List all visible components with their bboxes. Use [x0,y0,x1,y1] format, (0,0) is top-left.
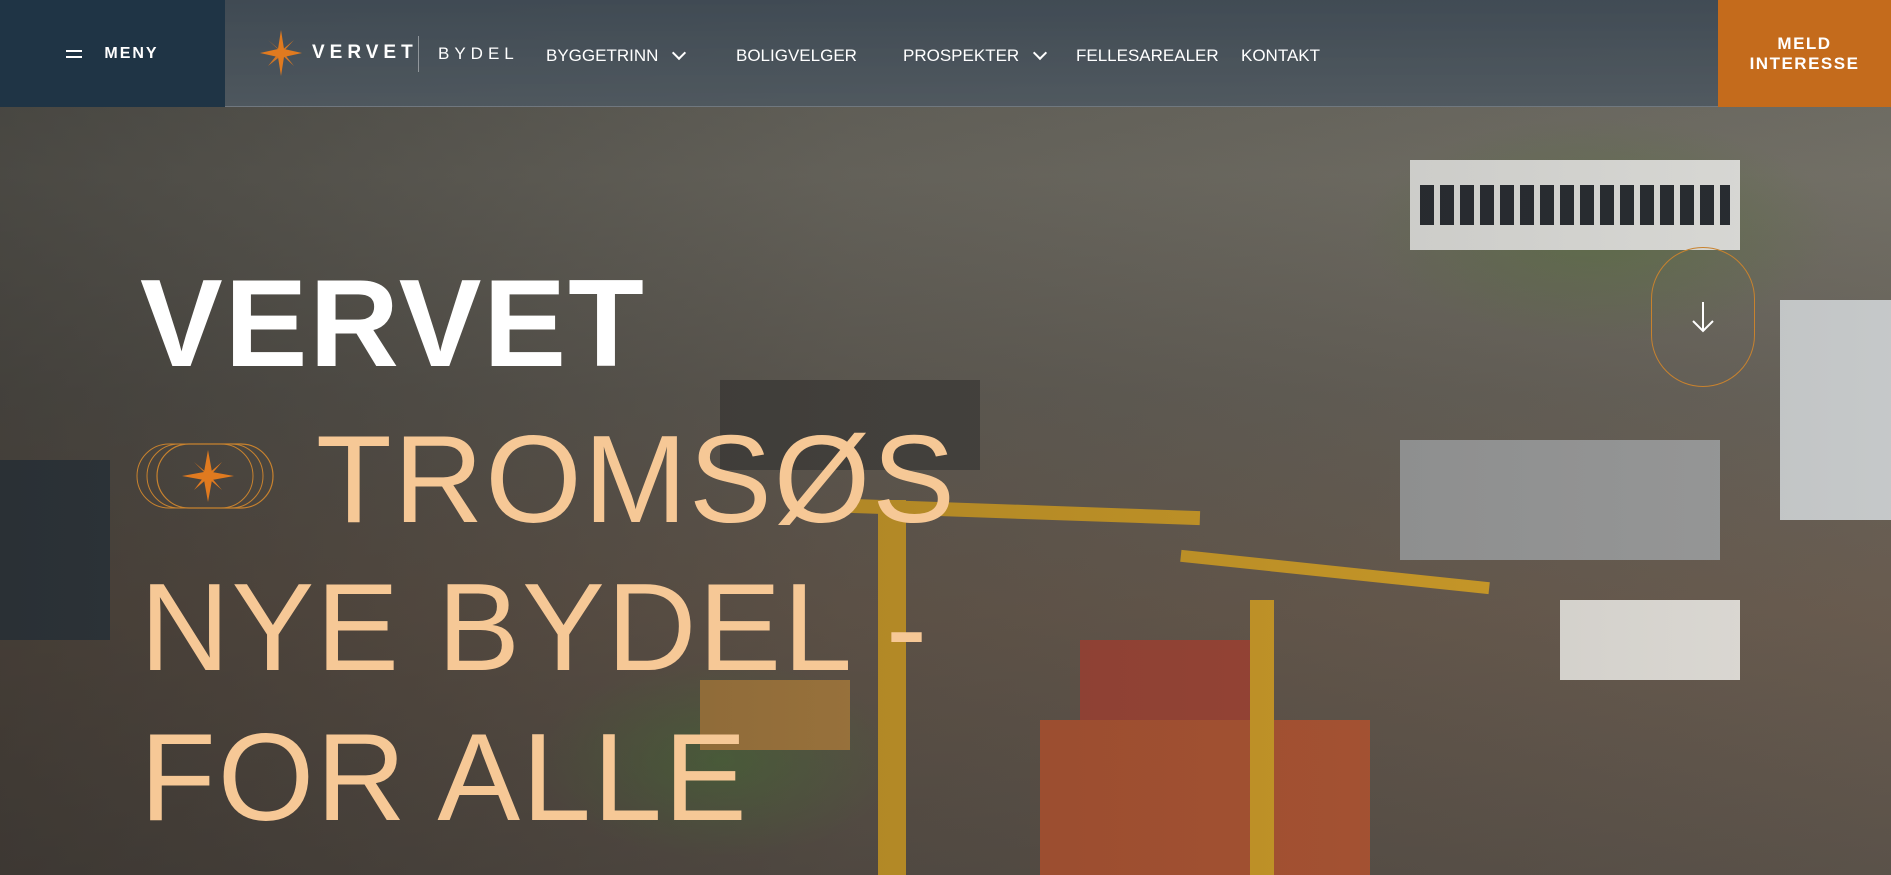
meld-interesse-button[interactable]: MELD INTERESSE [1718,0,1891,107]
hamburger-icon [66,49,83,58]
site-header: MENY VERVET BYDEL BYGGETRINN BOLIGVELGER… [0,0,1891,107]
nav-item-label: KONTAKT [1241,46,1321,65]
nav-item-kontakt[interactable]: KONTAKT [1241,46,1320,66]
scroll-down-button[interactable] [1651,247,1755,387]
nav-item-byggetrinn[interactable]: BYGGETRINN [546,45,687,66]
nav-item-prospekter[interactable]: PROSPEKTER [903,45,1048,66]
chevron-down-icon [672,45,687,61]
star-badge-icon [136,443,274,509]
nav-item-fellesarealer[interactable]: FELLESAREALER [1076,46,1219,66]
hero-line-2: NYE BYDEL - [140,559,930,697]
logo-divider [418,36,419,72]
menu-button[interactable]: MENY [0,0,225,107]
logo-text: VERVET [312,42,418,63]
cta-label-line2: INTERESSE [1749,53,1860,73]
hero-line-1: TROMSØS [316,411,957,549]
arrow-down-icon [1692,302,1714,333]
hero-title: VERVET [140,255,646,393]
nav-item-label: FELLESAREALER [1076,46,1219,65]
nav-item-label: PROSPEKTER [903,46,1020,65]
nav-item-label: BOLIGVELGER [736,46,857,65]
menu-label: MENY [104,44,159,62]
nav-item-label: BYGGETRINN [546,46,659,65]
nav-item-boligvelger[interactable]: BOLIGVELGER [736,46,857,66]
logo-subtitle: BYDEL [438,44,519,63]
hero-line-3: FOR ALLE [140,709,749,847]
cta-label-line1: MELD [1777,33,1832,53]
chevron-down-icon [1033,45,1048,61]
logo[interactable]: VERVET [260,30,418,76]
star-icon [260,30,302,76]
